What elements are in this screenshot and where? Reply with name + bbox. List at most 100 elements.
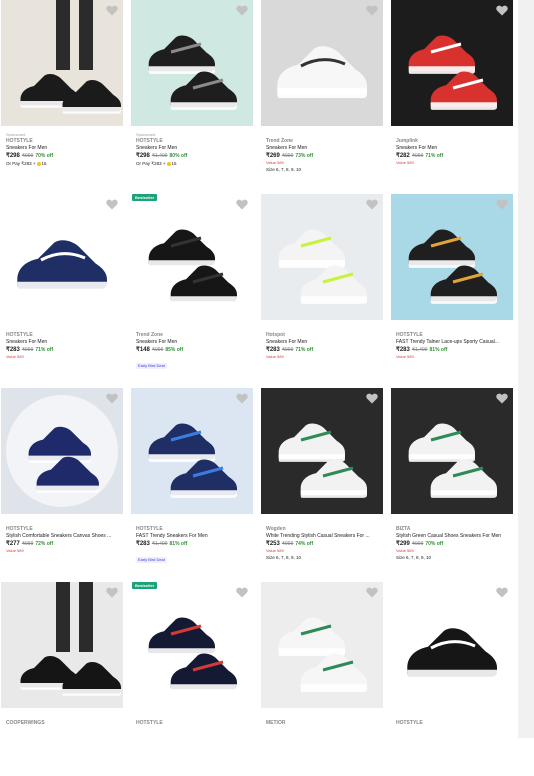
value-label: Value 589 bbox=[6, 354, 24, 359]
product-image[interactable] bbox=[261, 0, 383, 126]
coin-count: 15 bbox=[171, 161, 177, 166]
product-mrp: ₹999 bbox=[21, 153, 34, 159]
product-card[interactable]: Bestseller HOTSTYLE bbox=[130, 582, 259, 776]
supercoin-icon bbox=[166, 161, 171, 166]
product-title[interactable]: Sneakers For Men bbox=[6, 145, 124, 152]
product-info: Sponsored HOTSTYLE Sneakers For Men ₹298 ₹1… bbox=[136, 132, 254, 167]
product-card[interactable]: METIOR bbox=[260, 582, 389, 776]
product-info: Trend Zone Sneakers For Men ₹269 ₹999 73% o… bbox=[266, 132, 384, 173]
product-info: HOTSTYLE bbox=[136, 714, 254, 727]
product-image[interactable] bbox=[261, 582, 383, 708]
product-image[interactable] bbox=[391, 388, 513, 514]
price-line: ₹298 ₹1,499 80% off bbox=[136, 152, 254, 160]
product-image[interactable] bbox=[391, 194, 513, 320]
product-card[interactable]: COOPERWINGS bbox=[0, 582, 129, 776]
product-title[interactable]: FAST Trendy Talner Lace-ups Sporty Casua… bbox=[396, 339, 514, 346]
product-brand: HOTSTYLE bbox=[6, 332, 33, 338]
product-card[interactable]: BIZTA Stylish Green Casual Shoes Sneakers… bbox=[390, 388, 519, 582]
product-image[interactable] bbox=[1, 194, 123, 320]
product-image[interactable] bbox=[131, 388, 253, 514]
wishlist-heart-icon[interactable] bbox=[236, 587, 248, 598]
price-line: ₹283 ₹999 71% off bbox=[6, 346, 124, 354]
wishlist-heart-icon[interactable] bbox=[236, 199, 248, 210]
product-card[interactable]: HOTSTYLE FAST Trendy Talner Lace-ups Spor… bbox=[390, 194, 519, 388]
product-brand: COOPERWINGS bbox=[6, 720, 45, 726]
available-sizes: Size 6, 7, 8, 9, 10 bbox=[266, 167, 302, 172]
product-price: ₹298 bbox=[6, 153, 20, 159]
product-title[interactable]: Sneakers For Men bbox=[266, 339, 384, 346]
product-card[interactable]: HOTSTYLE FAST Trendy Sneakers For Men ₹28… bbox=[130, 388, 259, 582]
product-title[interactable]: Sneakers For Men bbox=[136, 145, 254, 152]
product-title[interactable]: Stylish Green Casual Shoes Sneakers For … bbox=[396, 533, 514, 540]
wishlist-heart-icon[interactable] bbox=[496, 5, 508, 16]
product-title[interactable]: Sneakers For Men bbox=[266, 145, 384, 152]
product-title[interactable]: Sneakers For Men bbox=[396, 145, 514, 152]
early-bird-tag: Early Bird Deal bbox=[136, 363, 167, 369]
product-mrp: ₹1,499 bbox=[151, 541, 168, 547]
product-image[interactable] bbox=[1, 388, 123, 514]
product-title[interactable]: FAST Trendy Sneakers For Men bbox=[136, 533, 254, 540]
wishlist-heart-icon[interactable] bbox=[496, 393, 508, 404]
product-brand: HOTSTYLE bbox=[136, 526, 163, 532]
product-info: Trend Zone Sneakers For Men ₹148 ₹999 85% o… bbox=[136, 326, 254, 372]
product-brand: METIOR bbox=[266, 720, 286, 726]
wishlist-heart-icon[interactable] bbox=[366, 587, 378, 598]
product-price: ₹148 bbox=[136, 347, 150, 353]
product-info: Wogden White Trending Stylish Casual Snea… bbox=[266, 520, 384, 561]
scrollbar-track[interactable] bbox=[518, 0, 534, 738]
product-card[interactable]: Sponsored HOTSTYLE Sneakers For Men ₹298 ₹9… bbox=[0, 0, 129, 194]
product-card[interactable]: HOTSTYLE Stylish Comfortable Sneakers Can… bbox=[0, 388, 129, 582]
product-info: COOPERWINGS bbox=[6, 714, 124, 727]
product-card[interactable]: Bestseller Trend Zone Sneakers For Men ₹14… bbox=[130, 194, 259, 388]
product-image[interactable] bbox=[131, 194, 253, 320]
coin-count: 15 bbox=[41, 161, 47, 166]
product-image[interactable] bbox=[391, 0, 513, 126]
product-image[interactable] bbox=[391, 582, 513, 708]
wishlist-heart-icon[interactable] bbox=[236, 5, 248, 16]
product-image[interactable] bbox=[261, 194, 383, 320]
product-image[interactable] bbox=[261, 388, 383, 514]
wishlist-heart-icon[interactable] bbox=[366, 393, 378, 404]
product-card[interactable]: Sponsored HOTSTYLE Sneakers For Men ₹298 ₹1… bbox=[130, 0, 259, 194]
product-mrp: ₹999 bbox=[281, 153, 294, 159]
product-image[interactable] bbox=[131, 582, 253, 708]
wishlist-heart-icon[interactable] bbox=[366, 5, 378, 16]
product-image[interactable] bbox=[131, 0, 253, 126]
value-label: Value 589 bbox=[266, 354, 284, 359]
wishlist-heart-icon[interactable] bbox=[106, 587, 118, 598]
discount-percent: 81% off bbox=[169, 541, 188, 547]
product-title[interactable]: Sneakers For Men bbox=[136, 339, 254, 346]
product-mrp: ₹999 bbox=[411, 541, 424, 547]
product-title[interactable]: Sneakers For Men bbox=[6, 339, 124, 346]
price-line: ₹269 ₹999 73% off bbox=[266, 152, 384, 160]
value-label: Value 589 bbox=[396, 160, 414, 165]
wishlist-heart-icon[interactable] bbox=[236, 393, 248, 404]
product-grid: Sponsored HOTSTYLE Sneakers For Men ₹298 ₹9… bbox=[0, 0, 518, 738]
product-card[interactable]: HOTSTYLE bbox=[390, 582, 519, 776]
product-image[interactable] bbox=[1, 0, 123, 126]
wishlist-heart-icon[interactable] bbox=[366, 199, 378, 210]
product-price: ₹283 bbox=[6, 347, 20, 353]
product-mrp: ₹999 bbox=[21, 541, 34, 547]
price-line: ₹253 ₹999 74% off bbox=[266, 540, 384, 548]
wishlist-heart-icon[interactable] bbox=[496, 199, 508, 210]
product-card[interactable]: HOTSTYLE Sneakers For Men ₹283 ₹999 71% off… bbox=[0, 194, 129, 388]
available-sizes: Size 6, 7, 8, 9, 10 bbox=[396, 555, 432, 560]
wishlist-heart-icon[interactable] bbox=[106, 199, 118, 210]
wishlist-heart-icon[interactable] bbox=[496, 587, 508, 598]
product-title[interactable]: White Trending Stylish Casual Sneakers F… bbox=[266, 533, 384, 540]
product-mrp: ₹1,499 bbox=[151, 153, 168, 159]
wishlist-heart-icon[interactable] bbox=[106, 393, 118, 404]
product-card[interactable]: Hotspot Sneakers For Men ₹283 ₹999 71% off … bbox=[260, 194, 389, 388]
price-line: ₹283 ₹999 71% off bbox=[266, 346, 384, 354]
product-info: METIOR bbox=[266, 714, 384, 727]
discount-percent: 85% off bbox=[165, 347, 184, 353]
product-card[interactable]: Jumplink Sneakers For Men ₹282 ₹999 71% off… bbox=[390, 0, 519, 194]
product-image[interactable] bbox=[1, 582, 123, 708]
wishlist-heart-icon[interactable] bbox=[106, 5, 118, 16]
product-card[interactable]: Wogden White Trending Stylish Casual Snea… bbox=[260, 388, 389, 582]
price-line: ₹283 ₹1,499 81% off bbox=[136, 540, 254, 548]
product-title[interactable]: Stylish Comfortable Sneakers Canvas Shoe… bbox=[6, 533, 124, 540]
product-brand: HOTSTYLE bbox=[396, 332, 423, 338]
product-card[interactable]: Trend Zone Sneakers For Men ₹269 ₹999 73% o… bbox=[260, 0, 389, 194]
